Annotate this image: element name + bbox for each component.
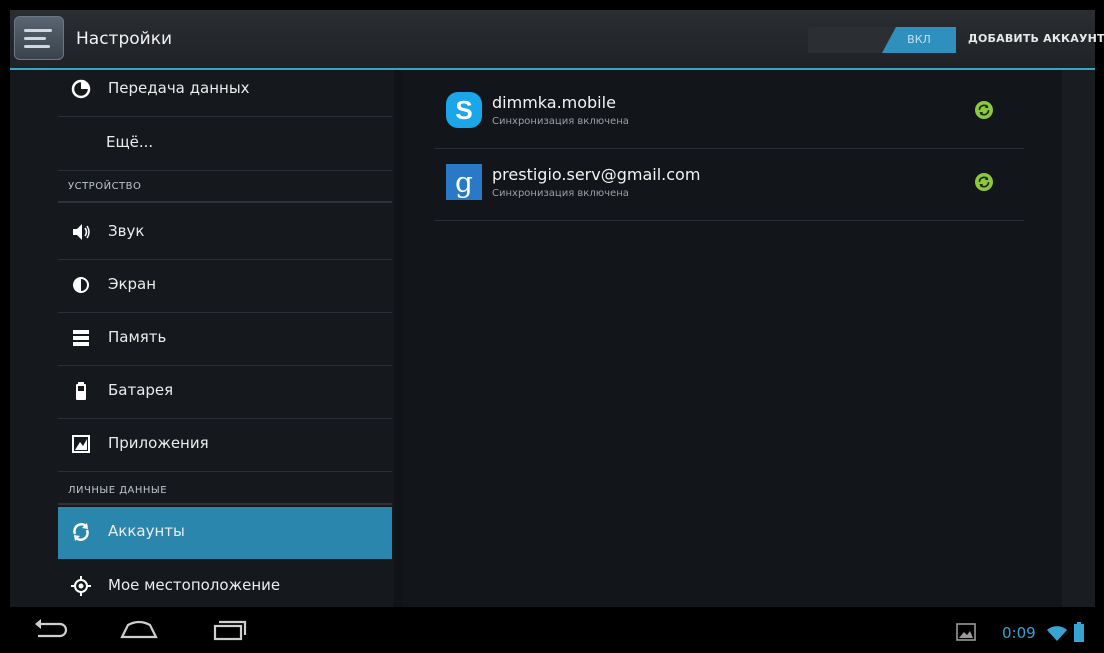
apps-icon [72, 435, 90, 453]
page-title: Настройки [76, 29, 173, 49]
home-icon[interactable] [114, 615, 164, 645]
account-sync-status: Синхронизация включена [492, 116, 629, 127]
sidebar-item-location[interactable]: Мое местоположение [58, 561, 392, 613]
gallery-notification-icon[interactable] [956, 623, 976, 641]
sidebar-item-more[interactable]: Ещё... [58, 118, 392, 171]
section-header-personal: ЛИЧНЫЕ ДАННЫЕ [68, 485, 168, 496]
right-edge-panel [1062, 70, 1095, 607]
sidebar-item-label: Передача данных [108, 79, 250, 97]
sidebar-item-label: Память [108, 328, 167, 346]
action-bar: Настройки ВКЛ ДОБАВИТЬ АККАУНТ [10, 10, 1104, 70]
sidebar-item-label: Приложения [108, 434, 209, 452]
settings-app-icon[interactable] [14, 16, 64, 60]
section-header-device: УСТРОЙСТВО [68, 181, 142, 192]
toggle-on-label: ВКЛ [882, 27, 956, 53]
sidebar-item-label: Аккаунты [108, 522, 185, 540]
account-name: dimmka.mobile [492, 93, 616, 112]
accounts-pane: S dimmka.mobile Синхронизация включена g… [402, 70, 1062, 607]
svg-text:g: g [455, 166, 473, 199]
account-name: prestigio.serv@gmail.com [492, 165, 701, 184]
battery-status-icon [1074, 622, 1084, 642]
sidebar-item-label: Мое местоположение [108, 576, 281, 594]
sync-status-icon [975, 173, 993, 191]
settings-list: Передача данных Ещё... УСТРОЙСТВО Звук Э… [10, 70, 394, 607]
account-row[interactable]: g prestigio.serv@gmail.com Синхронизация… [434, 150, 1024, 221]
sidebar-item-label: Экран [108, 275, 157, 293]
sidebar-item-data-usage[interactable]: Передача данных [58, 64, 392, 117]
volume-icon [73, 224, 90, 240]
recent-apps-icon[interactable] [204, 615, 254, 645]
battery-icon [76, 382, 86, 400]
sidebar-item-label: Звук [108, 222, 145, 240]
data-usage-icon [71, 79, 91, 99]
account-sync-status: Синхронизация включена [492, 188, 629, 199]
add-account-button[interactable]: ДОБАВИТЬ АККАУНТ [968, 32, 1104, 45]
google-icon: g [446, 164, 482, 200]
svg-text:S: S [455, 95, 472, 125]
sidebar-item-battery[interactable]: Батарея [58, 366, 392, 419]
section-divider [58, 503, 392, 505]
location-icon [71, 576, 91, 596]
sidebar-item-apps[interactable]: Приложения [58, 419, 392, 472]
sidebar-item-sound[interactable]: Звук [58, 207, 392, 260]
storage-icon [73, 330, 89, 346]
sidebar-item-display[interactable]: Экран [58, 260, 392, 313]
system-nav-bar: 0:09 [10, 607, 1095, 653]
sync-status-icon [975, 101, 993, 119]
settings-window: Настройки ВКЛ ДОБАВИТЬ АККАУНТ Передача … [10, 10, 1104, 653]
section-divider [58, 201, 392, 203]
sidebar-item-storage[interactable]: Память [58, 313, 392, 366]
brightness-icon [73, 277, 89, 293]
sidebar-item-label: Ещё... [106, 133, 154, 151]
sidebar-item-label: Батарея [108, 381, 174, 399]
sync-icon [73, 523, 89, 541]
skype-icon: S [446, 92, 482, 128]
back-icon[interactable] [26, 615, 76, 645]
sidebar-item-accounts[interactable]: Аккаунты [58, 507, 392, 559]
wifi-icon [1047, 626, 1067, 641]
account-row[interactable]: S dimmka.mobile Синхронизация включена [434, 78, 1024, 149]
clock: 0:09 [1002, 624, 1036, 642]
sync-toggle[interactable]: ВКЛ [808, 27, 956, 53]
